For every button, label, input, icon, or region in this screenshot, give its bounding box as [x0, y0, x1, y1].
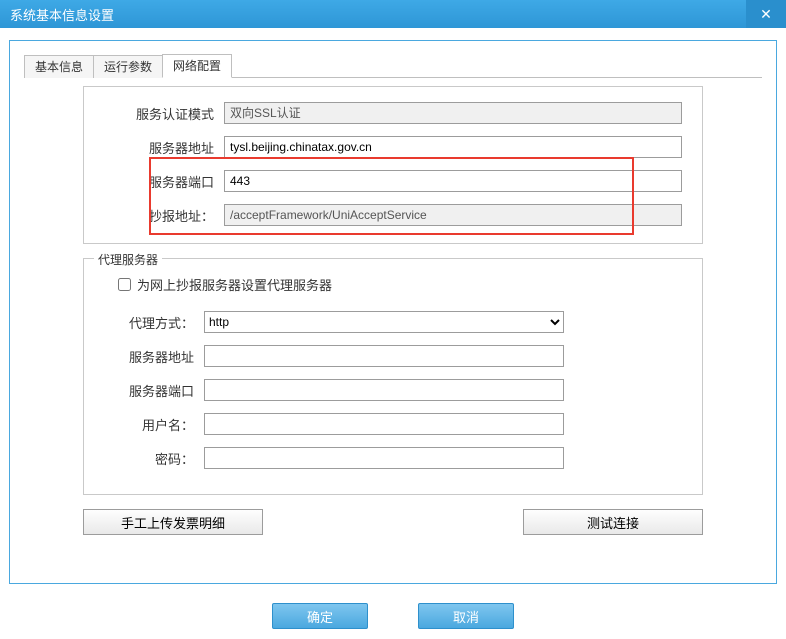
form-area: 服务认证模式 双向SSL认证 服务器地址 服务器端口 抄报地址： /accept…	[83, 86, 703, 535]
tab-network-config[interactable]: 网络配置	[162, 54, 232, 78]
label-proxy-method: 代理方式：	[104, 313, 204, 332]
bottom-bar: 确定 取消	[0, 603, 786, 629]
proxy-password-input[interactable]	[204, 447, 564, 469]
row-proxy-address: 服务器地址	[104, 344, 682, 368]
ok-button[interactable]: 确定	[272, 603, 368, 629]
auth-mode-field: 双向SSL认证	[224, 102, 682, 124]
row-proxy-method: 代理方式： http	[104, 310, 682, 334]
close-button[interactable]: ✕	[746, 0, 786, 28]
proxy-fieldset: 代理服务器 为网上抄报服务器设置代理服务器 代理方式： http 服务器地址	[83, 258, 703, 495]
row-server-address: 服务器地址	[104, 135, 682, 159]
action-button-row: 手工上传发票明细 测试连接	[83, 509, 703, 535]
row-report-address: 抄报地址： /acceptFramework/UniAcceptService	[104, 203, 682, 227]
server-address-input[interactable]	[224, 136, 682, 158]
title-bar: 系统基本信息设置 ✕	[0, 0, 786, 28]
tab-runtime-params[interactable]: 运行参数	[93, 55, 163, 78]
settings-window: 系统基本信息设置 ✕ 基本信息 运行参数 网络配置 服务认证模式 双向SSL认证…	[0, 0, 786, 639]
report-address-field: /acceptFramework/UniAcceptService	[224, 204, 682, 226]
proxy-enable-checkbox[interactable]	[118, 278, 131, 291]
label-proxy-address: 服务器地址	[104, 347, 204, 366]
tab-basic-info[interactable]: 基本信息	[24, 55, 94, 78]
close-icon: ✕	[760, 7, 772, 21]
proxy-legend: 代理服务器	[94, 251, 162, 268]
label-proxy-port: 服务器端口	[104, 381, 204, 400]
row-proxy-password: 密码：	[104, 446, 682, 470]
row-auth-mode: 服务认证模式 双向SSL认证	[104, 101, 682, 125]
server-port-input[interactable]	[224, 170, 682, 192]
row-server-port: 服务器端口	[104, 169, 682, 193]
server-fieldset: 服务认证模式 双向SSL认证 服务器地址 服务器端口 抄报地址： /accept…	[83, 86, 703, 244]
label-proxy-password: 密码：	[104, 449, 204, 468]
manual-upload-button[interactable]: 手工上传发票明细	[83, 509, 263, 535]
row-proxy-enable: 为网上抄报服务器设置代理服务器	[114, 275, 682, 294]
proxy-user-input[interactable]	[204, 413, 564, 435]
row-proxy-port: 服务器端口	[104, 378, 682, 402]
label-proxy-user: 用户名：	[104, 415, 204, 434]
content-panel: 基本信息 运行参数 网络配置 服务认证模式 双向SSL认证 服务器地址 服务器端…	[9, 40, 777, 584]
label-report-address: 抄报地址：	[104, 206, 224, 225]
label-server-address: 服务器地址	[104, 138, 224, 157]
window-title: 系统基本信息设置	[10, 5, 114, 24]
tab-strip: 基本信息 运行参数 网络配置	[24, 55, 762, 78]
label-server-port: 服务器端口	[104, 172, 224, 191]
test-connection-button[interactable]: 测试连接	[523, 509, 703, 535]
proxy-address-input[interactable]	[204, 345, 564, 367]
label-auth-mode: 服务认证模式	[104, 104, 224, 123]
proxy-port-input[interactable]	[204, 379, 564, 401]
proxy-enable-label: 为网上抄报服务器设置代理服务器	[137, 275, 332, 294]
cancel-button[interactable]: 取消	[418, 603, 514, 629]
row-proxy-user: 用户名：	[104, 412, 682, 436]
proxy-method-select[interactable]: http	[204, 311, 564, 333]
